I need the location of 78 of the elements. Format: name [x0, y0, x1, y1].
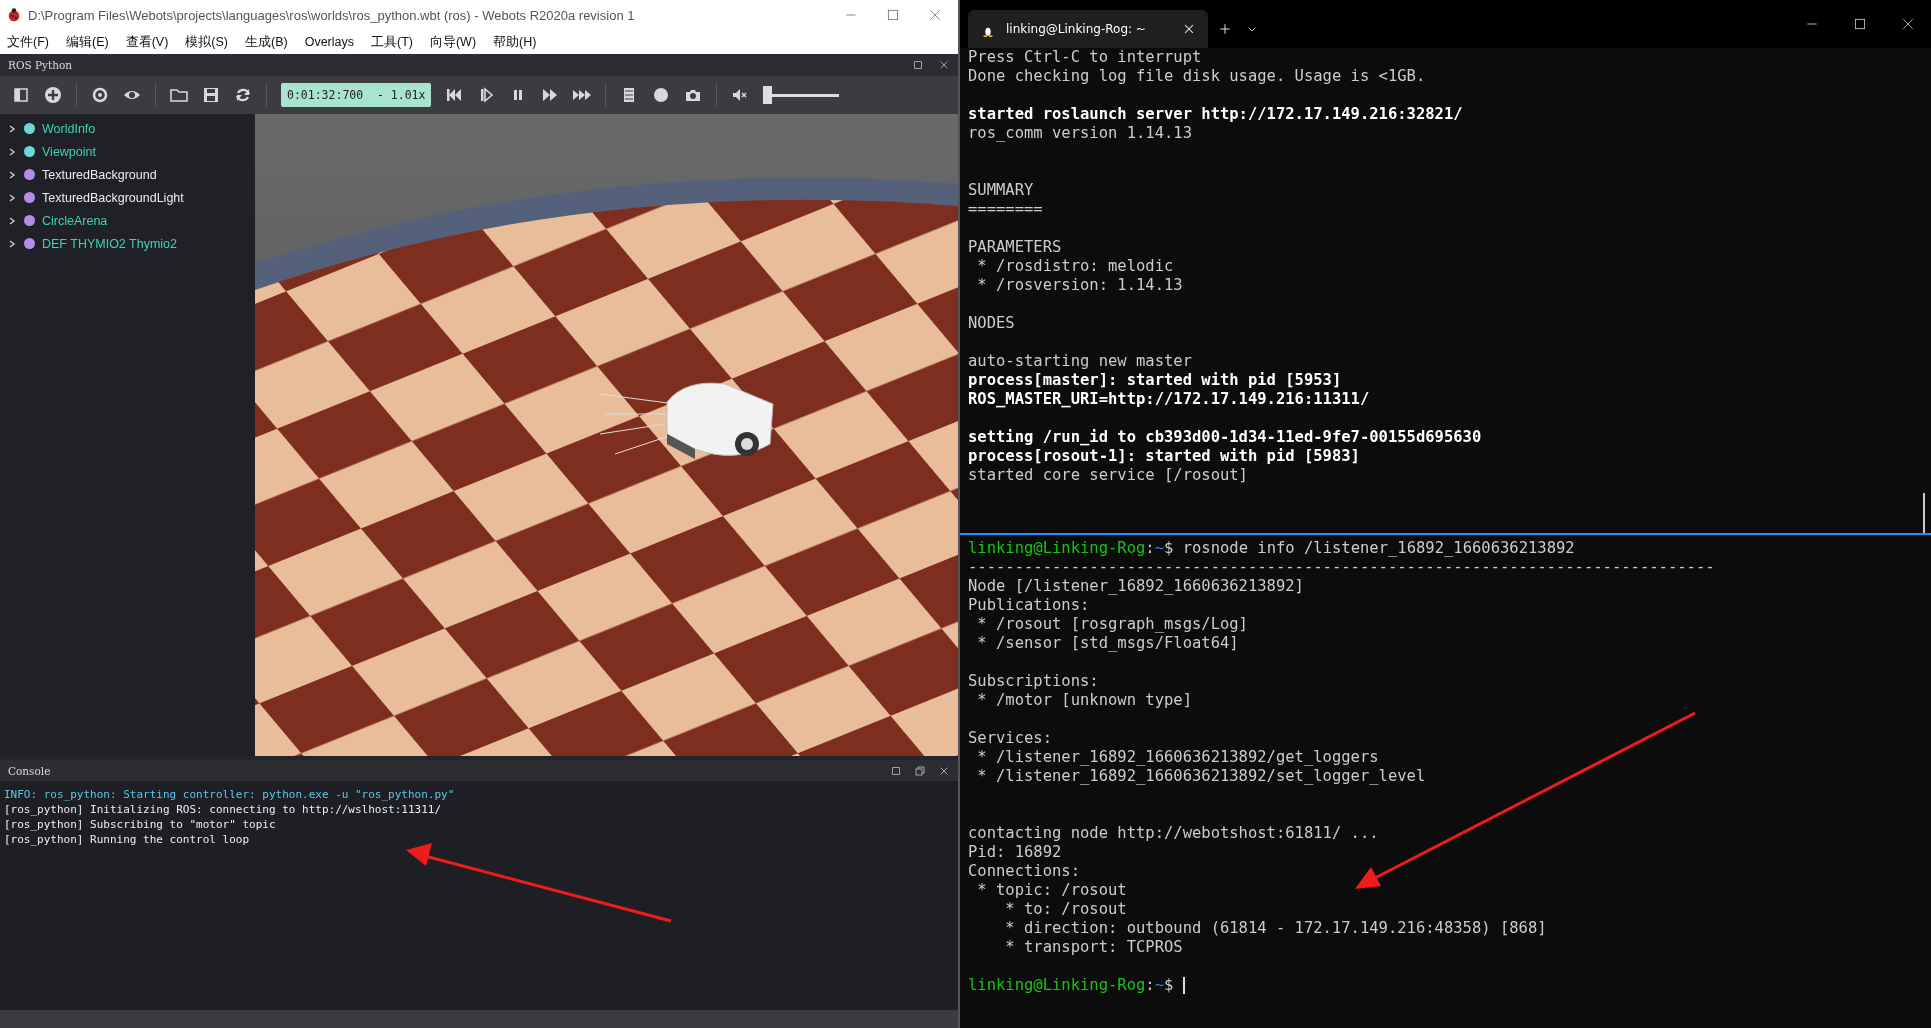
console-line: [ros_python] Initializing ROS: connecting to http://wslhost:11311/	[4, 802, 443, 817]
terminal-line: Pid: 16892	[968, 843, 1062, 862]
panel-title: ROS Python	[8, 59, 74, 71]
terminal-line: setting /run_id to cb393d00-1d34-11ed-9fe7-00155d695630	[968, 428, 1482, 447]
terminal-line: Press Ctrl-C to interrupt	[968, 48, 1202, 67]
menu-item[interactable]: 查看(V)	[125, 33, 169, 51]
save-icon[interactable]	[202, 86, 220, 104]
add-icon[interactable]	[44, 86, 62, 104]
plus-icon[interactable]	[1218, 22, 1232, 36]
menu-item[interactable]: 编辑(E)	[65, 33, 109, 51]
terminal-line: ========	[968, 200, 1043, 219]
terminal-line: auto-starting new master	[968, 352, 1192, 371]
terminal-line: * /listener_16892_1660636213892/get_loggers	[976, 748, 1379, 767]
terminal-line: ROS_MASTER_URI=http://172.17.149.216:11311/	[968, 390, 1370, 409]
terminal-line: * /listener_16892_1660636213892/set_logger_level	[976, 767, 1426, 786]
panel-toggle-icon[interactable]	[12, 86, 30, 104]
menu-item[interactable]: Overlays	[304, 35, 354, 49]
panel-title: Console	[8, 764, 52, 777]
terminal-tab[interactable]: linking@Linking-Rog: ~	[968, 10, 1208, 48]
volume-slider[interactable]	[763, 85, 840, 105]
terminal-line: * /rosversion: 1.14.13	[976, 276, 1183, 295]
simulation-time: 0:01:32:700 - 1.01x	[281, 83, 432, 107]
record-icon[interactable]	[652, 86, 671, 104]
folder-icon[interactable]	[170, 86, 188, 104]
terminal-line: started roslaunch server http://172.17.149.216:32821/	[968, 105, 1463, 124]
menu-item[interactable]: 模拟(S)	[185, 33, 228, 51]
menu-item[interactable]: 生成(B)	[245, 33, 288, 51]
close-icon[interactable]	[1182, 22, 1196, 36]
prompt-line: linking@Linking-Rog:~$ rosnode info /listener_16892_1660636213892	[968, 539, 1575, 558]
reload-icon[interactable]	[91, 86, 109, 104]
tree-item[interactable]: TexturedBackgroundLight	[42, 190, 184, 205]
terminal-line: --------------------------------------------------------------------------------	[968, 558, 1715, 577]
tree-item[interactable]: CircleArena	[42, 213, 108, 228]
step-back-icon[interactable]	[445, 86, 464, 104]
terminal-line: contacting node http://webotshost:61811/ ...	[968, 824, 1379, 843]
terminal-line: Connections:	[968, 862, 1080, 881]
terminal-line: PARAMETERS	[968, 238, 1062, 257]
terminal-line: process[master]: started with pid [5953]	[968, 371, 1342, 390]
menu-item[interactable]: 向导(W)	[429, 33, 477, 51]
console-line: [ros_python] Running the control loop	[4, 832, 251, 847]
float-icon[interactable]	[890, 764, 902, 777]
terminal-line: * transport: TCPROS	[1004, 938, 1183, 957]
text-cursor	[1182, 977, 1185, 994]
terminal-line: Subscriptions:	[968, 672, 1099, 691]
console-line: INFO: ros_python: Starting controller: python.exe -u "ros_python.py"	[4, 787, 456, 802]
terminal-line: * /sensor [std_msgs/Float64]	[976, 634, 1239, 653]
menu-item[interactable]: 工具(T)	[371, 33, 413, 51]
menu-item[interactable]: 文件(F)	[7, 33, 49, 51]
float-icon[interactable]	[912, 59, 924, 71]
terminal-line: * direction: outbound (61814 - 172.17.149.216:48358) [868]	[1004, 919, 1547, 938]
terminal-line: started core service [/rosout]	[968, 466, 1248, 485]
ladybug-icon[interactable]	[6, 7, 22, 23]
terminal-line: Done checking log file disk usage. Usage is <1GB.	[968, 67, 1426, 86]
console-line: [ros_python] Subscribing to "motor" topic	[4, 817, 277, 832]
tree-item[interactable]: DEF THYMIO2 Thymio2	[42, 236, 177, 251]
scrollbar-thumb[interactable]	[1923, 493, 1925, 533]
terminal-line: Node [/listener_16892_1660636213892]	[968, 577, 1304, 596]
refresh-icon[interactable]	[234, 86, 252, 104]
terminal-line: SUMMARY	[968, 181, 1034, 200]
restore-icon[interactable]	[914, 764, 926, 777]
terminal-line: Services:	[968, 729, 1052, 748]
terminal-line: Publications:	[968, 596, 1090, 615]
terminal-line: * /rosdistro: melodic	[976, 257, 1174, 276]
tree-item[interactable]: TexturedBackground	[42, 167, 157, 182]
terminal-line: * topic: /rosout	[976, 881, 1127, 900]
prompt-line: linking@Linking-Rog:~$	[968, 976, 1185, 995]
tree-item[interactable]: WorldInfo	[42, 121, 96, 136]
terminal-line: * /rosout [rosgraph_msgs/Log]	[976, 615, 1248, 634]
slider-thumb[interactable]	[763, 86, 773, 104]
terminal-line: process[rosout-1]: started with pid [5983]	[968, 447, 1360, 466]
terminal-line: * /motor [unknown type]	[976, 691, 1192, 710]
tree-item[interactable]: Viewpoint	[42, 144, 96, 159]
terminal-line: ros_comm version 1.14.13	[968, 124, 1192, 143]
window-title: D:\Program Files\Webots\projects\languages\ros\worlds\ros_python.wbt (ros) - Webots R2020a revision 1	[28, 7, 636, 23]
menu-item[interactable]: 帮助(H)	[493, 33, 537, 51]
terminal-line: * to: /rosout	[1004, 900, 1127, 919]
close-icon[interactable]	[938, 59, 950, 71]
terminal-line: NODES	[968, 314, 1015, 333]
